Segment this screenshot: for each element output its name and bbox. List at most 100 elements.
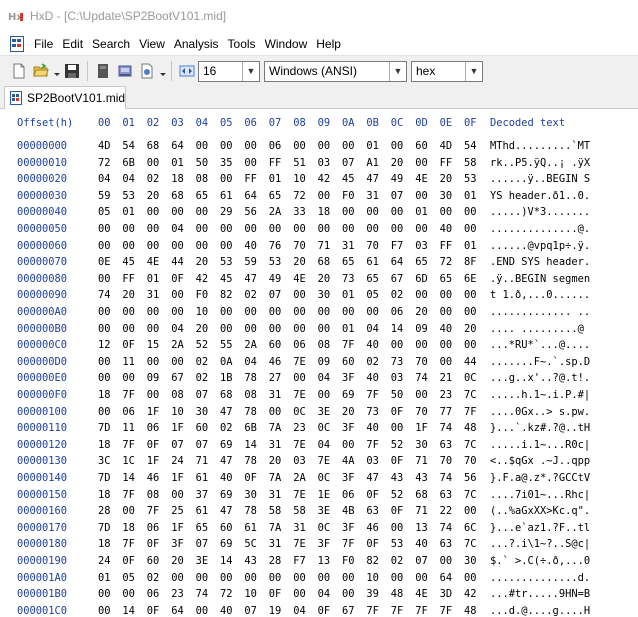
hex-byte[interactable]: 06	[122, 406, 135, 418]
hex-byte[interactable]: 54	[464, 140, 477, 152]
hex-byte[interactable]: 10	[244, 588, 257, 600]
hex-byte[interactable]: 02	[196, 356, 209, 368]
hex-byte[interactable]: 4B	[342, 505, 355, 517]
hex-byte[interactable]: 58	[269, 505, 282, 517]
hex-byte[interactable]: 06	[147, 522, 160, 534]
hex-byte[interactable]: 14	[220, 555, 233, 567]
hex-byte[interactable]: 70	[415, 406, 428, 418]
hex-byte[interactable]: 1F	[171, 472, 184, 484]
hex-byte[interactable]: 00	[147, 240, 160, 252]
hex-byte[interactable]: 6D	[415, 273, 428, 285]
hex-byte[interactable]: 00	[220, 572, 233, 584]
hex-byte[interactable]: 00	[415, 389, 428, 401]
hex-byte[interactable]: 02	[244, 289, 257, 301]
hex-byte[interactable]: 46	[269, 356, 282, 368]
hex-byte[interactable]: 1E	[318, 489, 331, 501]
hex-byte[interactable]: 7A	[269, 422, 282, 434]
hex-byte[interactable]: 00	[366, 306, 379, 318]
hex-byte[interactable]: 0E	[98, 256, 111, 268]
hex-byte[interactable]: 1F	[147, 406, 160, 418]
hex-byte[interactable]: A1	[366, 157, 379, 169]
hex-byte[interactable]: 7C	[464, 538, 477, 550]
hex-byte[interactable]: 00	[122, 372, 135, 384]
hex-byte[interactable]: 1F	[171, 422, 184, 434]
hex-byte[interactable]: 2A	[269, 206, 282, 218]
hex-byte[interactable]: 78	[244, 505, 257, 517]
hex-byte[interactable]: 31	[366, 190, 379, 202]
hex-byte[interactable]: 08	[244, 389, 257, 401]
hex-byte[interactable]: 21	[440, 372, 453, 384]
decoded-text[interactable]: .....)V*3.......	[490, 206, 590, 218]
hex-byte[interactable]: 0F	[122, 555, 135, 567]
hex-byte[interactable]: 06	[293, 339, 306, 351]
hex-byte[interactable]: 56	[244, 206, 257, 218]
hex-byte[interactable]: 07	[171, 439, 184, 451]
decoded-text[interactable]: .... .........@	[490, 323, 590, 335]
hex-byte[interactable]: 00	[196, 140, 209, 152]
hex-byte[interactable]: 00	[196, 240, 209, 252]
hex-byte[interactable]: 0F	[147, 538, 160, 550]
hex-byte[interactable]: 01	[342, 289, 355, 301]
decoded-text[interactable]: rk..P5.ÿQ..¡ .ÿX	[490, 157, 590, 169]
hex-byte[interactable]: 00	[171, 306, 184, 318]
hex-byte[interactable]: 00	[147, 389, 160, 401]
decoded-text[interactable]: ..............d.	[490, 572, 590, 584]
hex-byte[interactable]: 00	[98, 356, 111, 368]
decoded-text[interactable]: ....0Gx..> s.pw.	[490, 406, 590, 418]
hex-byte[interactable]: 7E	[293, 489, 306, 501]
hex-byte[interactable]: 82	[366, 555, 379, 567]
hex-byte[interactable]: 70	[464, 455, 477, 467]
hex-byte[interactable]: 7F	[440, 605, 453, 617]
hex-byte[interactable]: 00	[171, 289, 184, 301]
decoded-text[interactable]: <..$qGx .~J..qpp	[490, 455, 590, 467]
hex-byte[interactable]: F7	[391, 240, 404, 252]
hex-byte[interactable]: 52	[391, 439, 404, 451]
hex-byte[interactable]: 00	[122, 323, 135, 335]
hex-byte[interactable]: 0C	[318, 522, 331, 534]
hex-byte[interactable]: 3C	[98, 455, 111, 467]
hex-byte[interactable]: 09	[415, 323, 428, 335]
hex-byte[interactable]: 53	[391, 538, 404, 550]
hex-byte[interactable]: 7F	[415, 605, 428, 617]
hex-byte[interactable]: 07	[196, 538, 209, 550]
hex-byte[interactable]: 00	[440, 289, 453, 301]
hex-byte[interactable]: 7F	[147, 505, 160, 517]
hex-byte[interactable]: 00	[464, 339, 477, 351]
hex-byte[interactable]: 00	[464, 572, 477, 584]
hex-byte[interactable]: 44	[171, 256, 184, 268]
hex-byte[interactable]: 74	[415, 372, 428, 384]
hex-byte[interactable]: 0C	[318, 422, 331, 434]
hex-byte[interactable]: 69	[220, 538, 233, 550]
hex-byte[interactable]: 00	[464, 223, 477, 235]
hex-byte[interactable]: 07	[342, 157, 355, 169]
hex-byte[interactable]: 61	[220, 190, 233, 202]
hex-byte[interactable]: 0A	[220, 356, 233, 368]
hex-byte[interactable]: 64	[440, 572, 453, 584]
hex-byte[interactable]: 02	[366, 356, 379, 368]
hex-byte[interactable]: 00	[440, 306, 453, 318]
hex-byte[interactable]: 00	[171, 489, 184, 501]
hex-byte[interactable]: 12	[98, 339, 111, 351]
hex-byte[interactable]: 00	[391, 140, 404, 152]
hex-byte[interactable]: 00	[171, 206, 184, 218]
hex-byte[interactable]: 00	[220, 140, 233, 152]
hex-byte[interactable]: 00	[147, 223, 160, 235]
hex-byte[interactable]: 68	[147, 140, 160, 152]
hex-byte[interactable]: 78	[244, 372, 257, 384]
hex-byte[interactable]: 68	[415, 489, 428, 501]
hex-byte[interactable]: 70	[366, 240, 379, 252]
menu-tools[interactable]: Tools	[224, 37, 260, 51]
hex-byte[interactable]: 20	[391, 157, 404, 169]
hex-byte[interactable]: 4E	[293, 273, 306, 285]
hex-byte[interactable]: 40	[366, 372, 379, 384]
decoded-text[interactable]: .ÿ..BEGIN segmen	[490, 273, 590, 285]
hex-byte[interactable]: 7E	[318, 455, 331, 467]
hex-byte[interactable]: 77	[440, 406, 453, 418]
menu-help[interactable]: Help	[312, 37, 345, 51]
hex-byte[interactable]: 47	[244, 273, 257, 285]
hex-byte[interactable]: 00	[98, 323, 111, 335]
menu-view[interactable]: View	[135, 37, 169, 51]
hex-byte[interactable]: 00	[464, 289, 477, 301]
hex-byte[interactable]: 00	[171, 572, 184, 584]
hex-byte[interactable]: 14	[122, 472, 135, 484]
